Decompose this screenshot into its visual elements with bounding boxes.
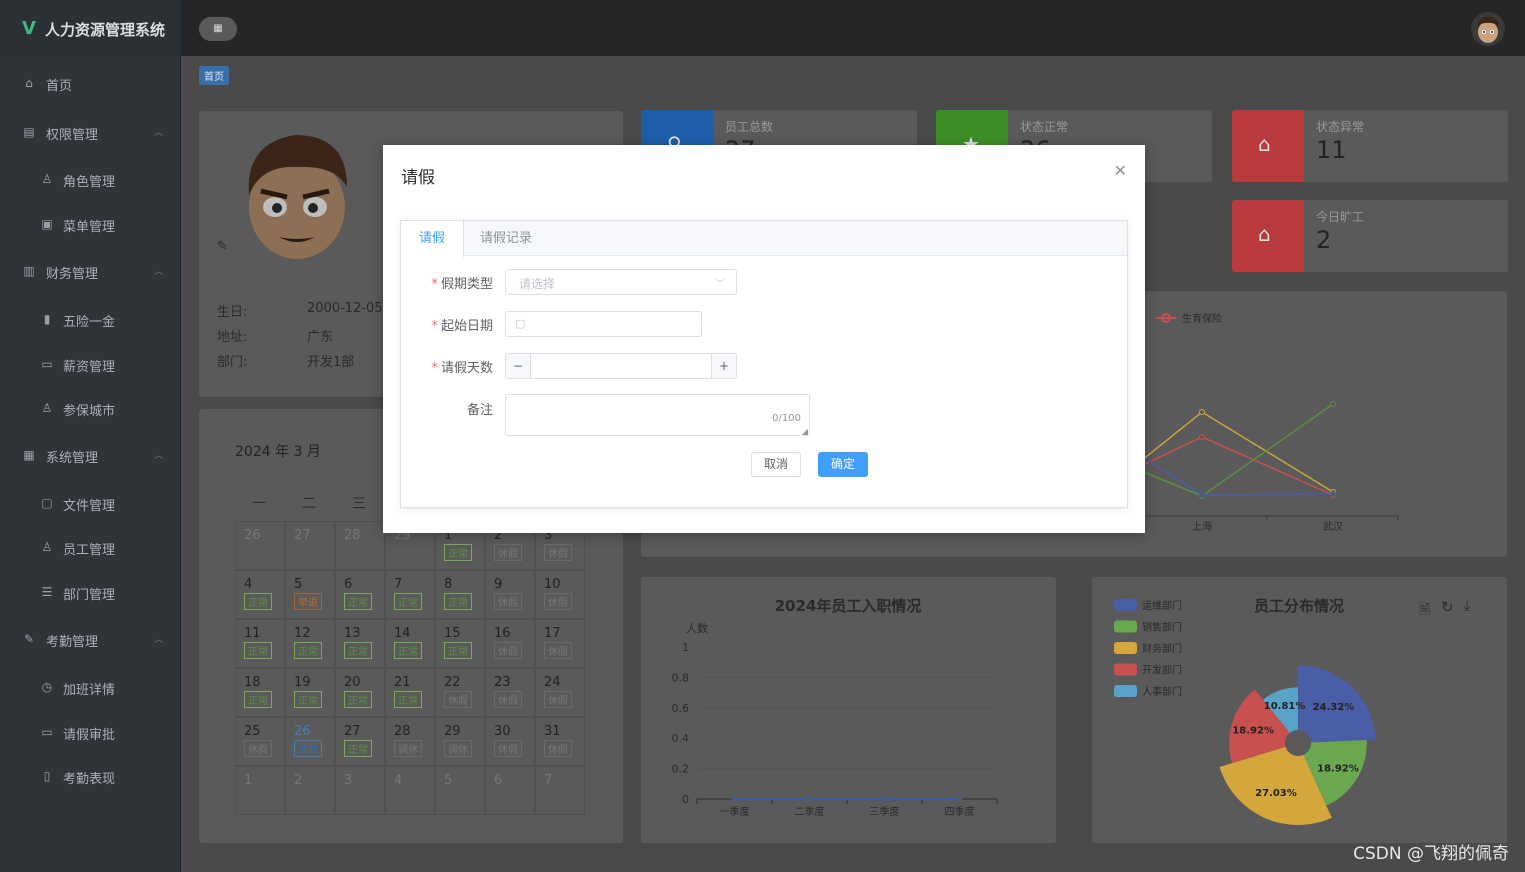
- increase-button[interactable]: +: [711, 354, 736, 378]
- leave-type-label: * 假期类型: [431, 277, 493, 292]
- chevron-down-icon: ﹀: [715, 279, 725, 290]
- leave-type-placeholder: 请选择: [519, 277, 556, 291]
- resize-handle-icon[interactable]: ◢: [802, 427, 808, 436]
- decrease-button[interactable]: −: [506, 354, 531, 378]
- remark-textarea[interactable]: 0/100 ◢: [505, 394, 810, 436]
- cancel-button[interactable]: 取消: [751, 452, 801, 477]
- tab-header: 请假 请假记录: [401, 221, 1127, 257]
- calendar-icon: ▢: [515, 317, 526, 330]
- remark-counter: 0/100: [772, 413, 801, 424]
- start-date-label: * 起始日期: [431, 319, 493, 334]
- tab-leave-records[interactable]: 请假记录: [462, 221, 550, 256]
- dialog-title: 请假: [401, 168, 435, 188]
- leave-tabs: 请假 请假记录 * 假期类型 请选择 ﹀ * 起始日期 ▢ * 请假天数 − + 备注…: [400, 220, 1128, 508]
- leave-days-label: * 请假天数: [431, 361, 493, 376]
- close-icon[interactable]: ✕: [1114, 161, 1127, 180]
- watermark: CSDN @飞翔的佩奇: [1353, 844, 1509, 864]
- confirm-button[interactable]: 确定: [818, 452, 868, 477]
- leave-type-select[interactable]: 请选择 ﹀: [505, 269, 737, 295]
- start-date-picker[interactable]: ▢: [505, 311, 702, 337]
- remark-label: 备注: [466, 403, 493, 418]
- tab-leave[interactable]: 请假: [401, 221, 465, 257]
- leave-days-stepper[interactable]: − +: [505, 353, 737, 379]
- leave-dialog: 请假 ✕ 请假 请假记录 * 假期类型 请选择 ﹀ * 起始日期 ▢ * 请假天数 −…: [383, 145, 1145, 533]
- app-root: V 人力资源管理系统 ⌂ 首页 ▤ 权限管理 ︿ ♙ 角色管理 ▣ 菜单管理 ▥ 财务管理 ︿ ▮ 五险一…: [0, 0, 1525, 872]
